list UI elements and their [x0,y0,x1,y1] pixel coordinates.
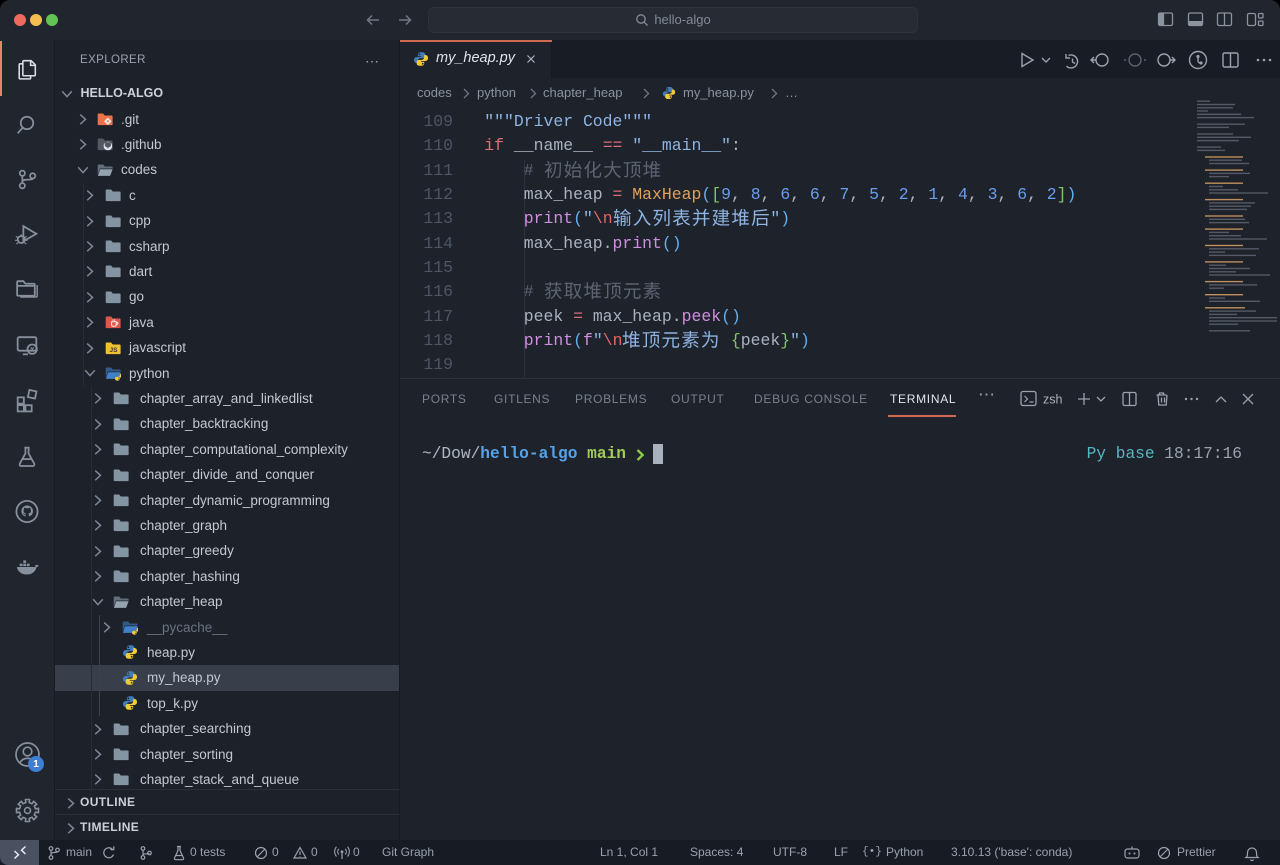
svg-text:zsh: zsh [1043,393,1063,407]
svg-text:JS: JS [110,347,119,354]
